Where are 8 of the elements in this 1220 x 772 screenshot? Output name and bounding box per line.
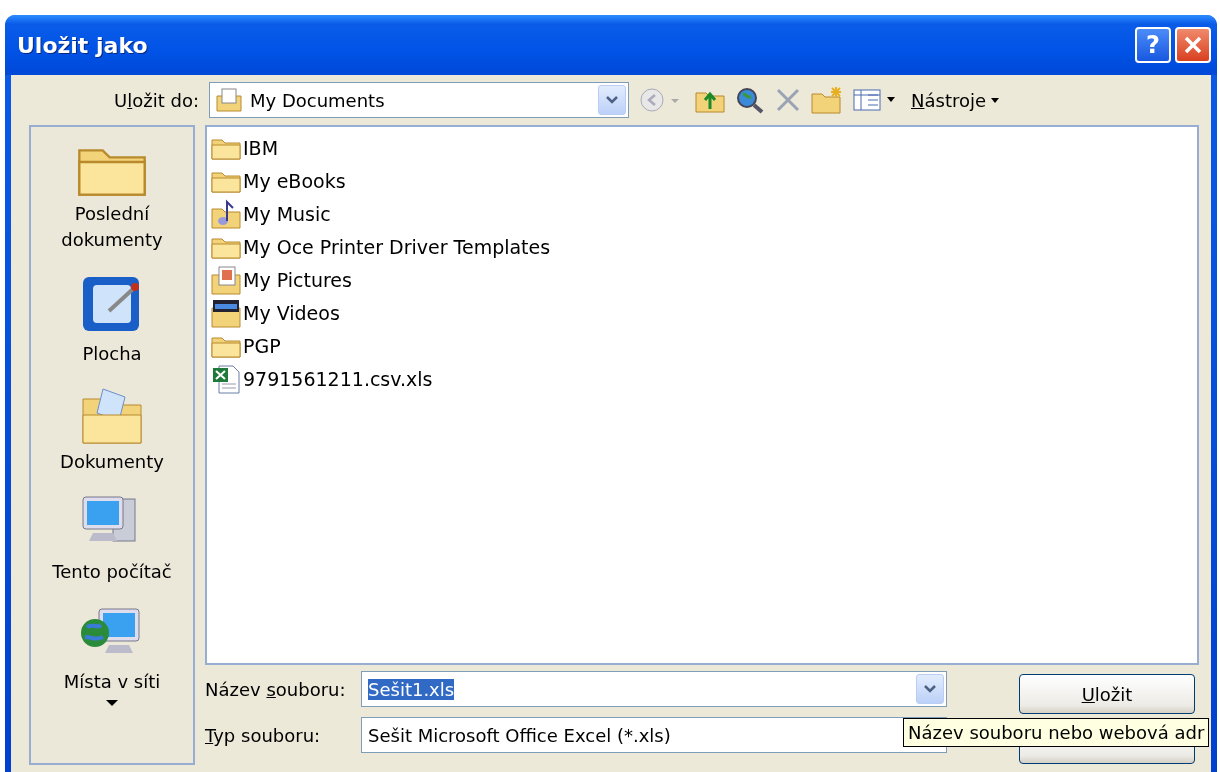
save-in-value: My Documents bbox=[250, 89, 385, 111]
file-type-value: Sešit Microsoft Office Excel (*.xls) bbox=[368, 724, 671, 746]
tooltip: Název souboru nebo webová adr bbox=[903, 718, 1210, 747]
file-name-label: Název souboru: bbox=[205, 678, 347, 700]
window-title: Uložit jako bbox=[17, 32, 148, 58]
file-type-label: Typ souboru: bbox=[205, 724, 322, 746]
save-in-label: Uložit do: bbox=[113, 89, 199, 111]
file-name-value: Sešit1.xls bbox=[368, 678, 455, 700]
